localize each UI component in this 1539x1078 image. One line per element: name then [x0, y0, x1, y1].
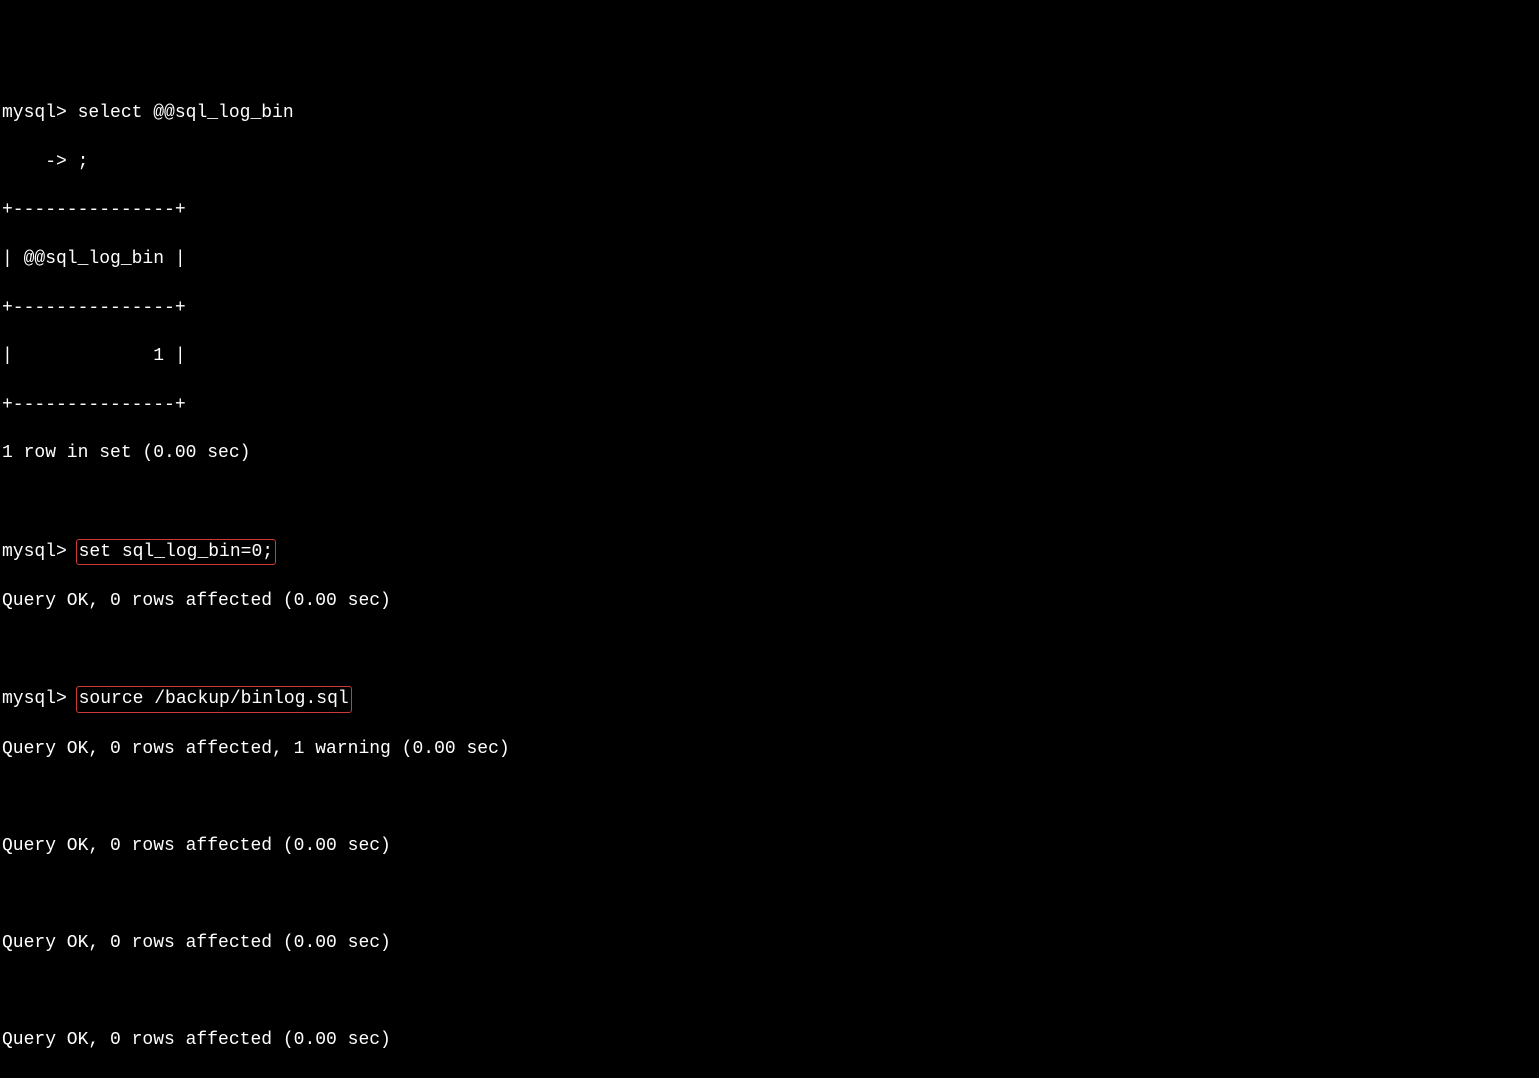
highlighted-command: source /backup/binlog.sql [76, 686, 352, 712]
mysql-continuation-prompt: -> [2, 152, 67, 172]
table-border: +---------------+ [2, 393, 1539, 417]
result-line: Query OK, 0 rows affected (0.00 sec) [2, 1028, 1539, 1052]
result-line: Query OK, 0 rows affected (0.00 sec) [2, 931, 1539, 955]
terminal-line: mysql> source /backup/binlog.sql [2, 686, 1539, 712]
result-line: Query OK, 0 rows affected, 1 warning (0.… [2, 737, 1539, 761]
sql-command: select @@sql_log_bin [78, 103, 294, 123]
result-summary: 1 row in set (0.00 sec) [2, 441, 1539, 465]
table-row: | 1 | [2, 344, 1539, 368]
blank-line [2, 883, 1539, 907]
mysql-prompt: mysql> [2, 689, 67, 709]
table-border: +---------------+ [2, 198, 1539, 222]
table-border: +---------------+ [2, 296, 1539, 320]
result-line: Query OK, 0 rows affected (0.00 sec) [2, 589, 1539, 613]
result-line: Query OK, 0 rows affected (0.00 sec) [2, 834, 1539, 858]
blank-line [2, 1077, 1539, 1078]
terminal-line: -> ; [2, 150, 1539, 174]
sql-command: set sql_log_bin=0; [79, 542, 273, 562]
sql-command-cont: ; [78, 152, 89, 172]
blank-line [2, 786, 1539, 810]
highlighted-command: set sql_log_bin=0; [76, 539, 276, 565]
sql-command: source /backup/binlog.sql [79, 689, 349, 709]
blank-line [2, 980, 1539, 1004]
blank-line [2, 490, 1539, 514]
terminal-line: mysql> set sql_log_bin=0; [2, 539, 1539, 565]
mysql-prompt: mysql> [2, 103, 67, 123]
terminal-line: mysql> select @@sql_log_bin [2, 101, 1539, 125]
blank-line [2, 638, 1539, 662]
table-header: | @@sql_log_bin | [2, 247, 1539, 271]
mysql-prompt: mysql> [2, 542, 67, 562]
